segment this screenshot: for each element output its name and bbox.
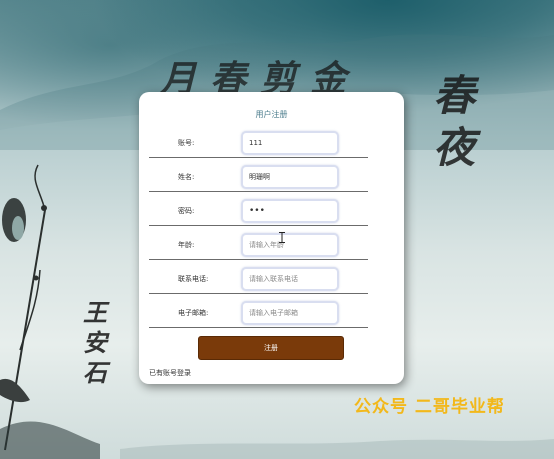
- age-label: 年龄:: [178, 241, 195, 249]
- author-calligraphy: 王 安 石: [80, 298, 110, 388]
- age-input[interactable]: [241, 233, 339, 257]
- account-label: 账号:: [178, 139, 195, 147]
- register-button[interactable]: 注册: [198, 336, 344, 360]
- login-link[interactable]: 已有账号登录: [149, 368, 191, 378]
- form-title: 用户注册: [255, 110, 288, 119]
- email-input[interactable]: [241, 301, 339, 325]
- phone-label: 联系电话:: [178, 275, 209, 283]
- author-char: 安: [83, 328, 107, 357]
- name-input[interactable]: [241, 165, 339, 189]
- password-input[interactable]: [241, 199, 339, 223]
- register-form-card: 用户注册 账号: 姓名: 密码: 年龄: 联系电话: 电子邮箱: 注册 已有账号…: [139, 92, 404, 384]
- watermark-text: 公众号 二哥毕业帮: [354, 397, 505, 417]
- name-label: 姓名:: [178, 173, 195, 181]
- password-label: 密码:: [178, 207, 195, 215]
- author-char: 石: [83, 358, 107, 387]
- author-char: 王: [83, 298, 107, 327]
- email-label: 电子邮箱:: [178, 309, 209, 317]
- poem-side-calligraphy: 春 夜: [424, 70, 484, 174]
- form-row-age: 年龄:: [149, 226, 368, 260]
- form-row-email: 电子邮箱:: [149, 294, 368, 328]
- form-row-account: 账号:: [149, 124, 368, 158]
- form-row-name: 姓名:: [149, 158, 368, 192]
- phone-input[interactable]: [241, 267, 339, 291]
- poem-side-char: 夜: [432, 123, 475, 172]
- text-cursor-icon: [279, 232, 285, 243]
- form-row-phone: 联系电话:: [149, 260, 368, 294]
- account-input[interactable]: [241, 131, 339, 155]
- form-row-password: 密码:: [149, 192, 368, 226]
- poem-side-char: 春: [432, 71, 475, 120]
